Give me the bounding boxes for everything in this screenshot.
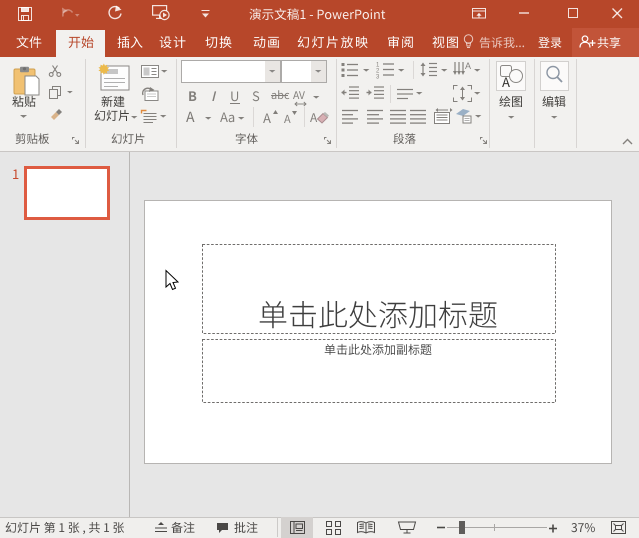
svg-text:A: A (465, 61, 471, 71)
